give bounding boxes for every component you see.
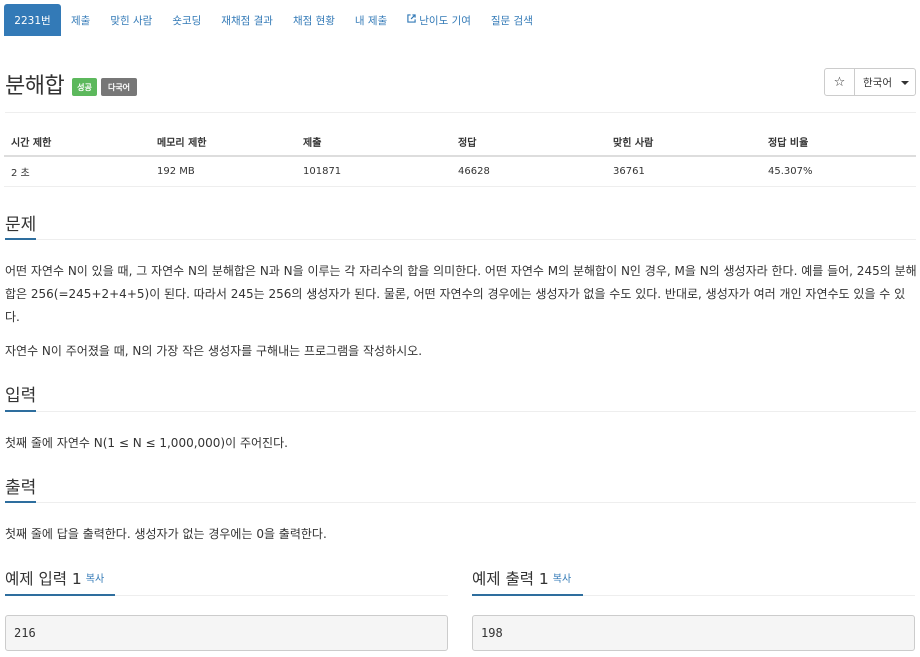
problem-description: 어떤 자연수 N이 있을 때, 그 자연수 N의 분해합은 N과 N을 이루는 … xyxy=(5,264,917,324)
tab-solved-users[interactable]: 맞힌 사람 xyxy=(100,4,162,36)
tab-submit[interactable]: 제출 xyxy=(61,4,100,36)
value-time-limit: 2 초 xyxy=(4,156,150,187)
copy-sample-input-button[interactable]: 복사 xyxy=(86,574,104,585)
header-memory-limit: 메모리 제한 xyxy=(150,128,296,157)
section-divider xyxy=(5,239,916,240)
section-divider xyxy=(5,502,916,503)
problem-section-title: 문제 xyxy=(5,215,37,235)
value-memory-limit: 192 MB xyxy=(150,156,296,187)
multilingual-badge: 다국어 xyxy=(101,78,137,96)
value-accepted: 46628 xyxy=(451,156,606,187)
sample-input-title-text: 예제 입력 1 xyxy=(5,570,82,588)
tab-my-submissions[interactable]: 내 제출 xyxy=(345,4,397,36)
tab-problem-number[interactable]: 2231번 xyxy=(4,4,61,36)
tab-question-search[interactable]: 질문 검색 xyxy=(481,4,543,36)
section-divider xyxy=(5,411,916,412)
value-solved-users: 36761 xyxy=(606,156,761,187)
problem-title: 분해합 xyxy=(5,74,65,99)
language-selected: 한국어 xyxy=(863,76,892,89)
title-divider xyxy=(5,112,916,113)
sample-output-box[interactable]: 198 xyxy=(472,615,915,651)
section-underline xyxy=(5,410,36,412)
input-section-title: 입력 xyxy=(5,386,37,406)
sample-output-title: 예제 출력 1 복사 xyxy=(472,567,571,589)
sample-input-box[interactable]: 216 xyxy=(5,615,448,651)
copy-sample-output-button[interactable]: 복사 xyxy=(553,574,571,585)
value-accept-ratio: 45.307% xyxy=(761,156,916,187)
table-header-row: 시간 제한 메모리 제한 제출 정답 맞힌 사람 정답 비율 xyxy=(4,128,916,157)
language-dropdown[interactable]: 한국어 xyxy=(854,68,916,96)
problem-description-2: 자연수 N이 주어졌을 때, N의 가장 작은 생성자를 구해내는 프로그램을 … xyxy=(5,344,423,358)
problem-info-table: 시간 제한 메모리 제한 제출 정답 맞힌 사람 정답 비율 2 초 192 M… xyxy=(4,128,916,187)
problem-nav: 2231번 제출 맞힌 사람 숏코딩 재채점 결과 채점 현황 내 제출 난이도… xyxy=(4,4,543,36)
star-icon: ☆ xyxy=(833,74,846,90)
table-row: 2 초 192 MB 101871 46628 36761 45.307% xyxy=(4,156,916,187)
header-accept-ratio: 정답 비율 xyxy=(761,128,916,157)
success-badge: 성공 xyxy=(72,78,97,96)
tab-difficulty-contribution-label: 난이도 기여 xyxy=(419,14,471,27)
section-underline xyxy=(472,594,583,596)
tab-judge-status[interactable]: 채점 현황 xyxy=(283,4,345,36)
section-underline xyxy=(5,501,36,503)
caret-down-icon xyxy=(901,81,909,85)
sample-output-title-text: 예제 출력 1 xyxy=(472,570,549,588)
external-link-icon xyxy=(407,14,416,26)
header-submissions: 제출 xyxy=(296,128,451,157)
header-accepted: 정답 xyxy=(451,128,606,157)
section-underline xyxy=(5,594,115,596)
input-description: 첫째 줄에 자연수 N(1 ≤ N ≤ 1,000,000)이 주어진다. xyxy=(5,436,288,450)
star-button[interactable]: ☆ xyxy=(824,68,855,96)
header-solved-users: 맞힌 사람 xyxy=(606,128,761,157)
section-underline xyxy=(5,238,36,240)
output-section-title: 출력 xyxy=(5,478,37,498)
tab-short-coding[interactable]: 숏코딩 xyxy=(162,4,211,36)
value-submissions: 101871 xyxy=(296,156,451,187)
tab-rejudge-results[interactable]: 재채점 결과 xyxy=(211,4,283,36)
tab-difficulty-contribution[interactable]: 난이도 기여 xyxy=(397,4,481,36)
header-time-limit: 시간 제한 xyxy=(4,128,150,157)
output-description: 첫째 줄에 답을 출력한다. 생성자가 없는 경우에는 0을 출력한다. xyxy=(5,527,327,541)
sample-input-title: 예제 입력 1 복사 xyxy=(5,567,104,589)
